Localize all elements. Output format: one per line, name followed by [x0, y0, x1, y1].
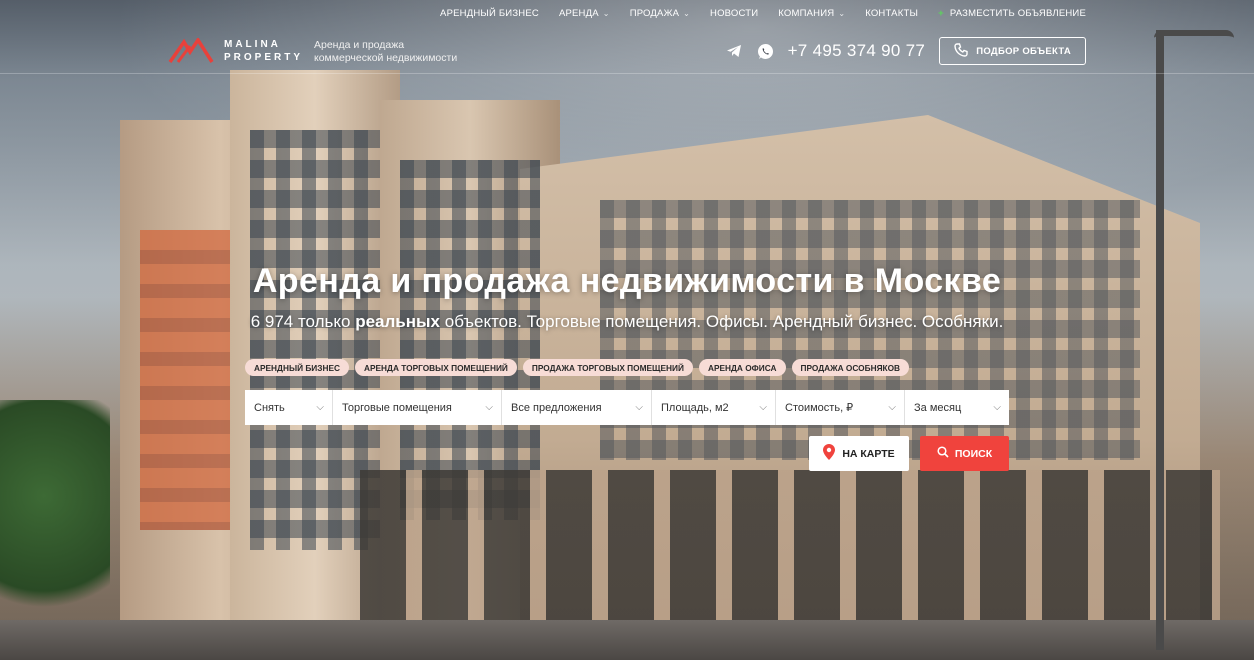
nav-item-rental-business[interactable]: АРЕНДНЫЙ БИЗНЕС: [440, 8, 539, 19]
period-select[interactable]: За месяц ⌵: [905, 390, 1009, 425]
quick-filter-chips: АРЕНДНЫЙ БИЗНЕС АРЕНДА ТОРГОВЫХ ПОМЕЩЕНИ…: [245, 359, 910, 376]
header-contacts: +7 495 374 90 77 ПОДБОР ОБЪЕКТА: [724, 37, 1086, 65]
logo-line1: MALINA: [224, 39, 281, 50]
whatsapp-icon[interactable]: [756, 41, 776, 61]
header-divider: [0, 73, 1254, 74]
chevron-down-icon: ⌵: [485, 402, 493, 413]
chevron-down-icon: ⌵: [635, 402, 643, 413]
hero-subtitle: 6 974 только реальных объектов. Торговые…: [250, 312, 1004, 331]
chevron-down-icon: ⌄: [838, 9, 846, 18]
post-ad-link[interactable]: + РАЗМЕСТИТЬ ОБЪЯВЛЕНИЕ: [938, 8, 1086, 19]
pick-object-button[interactable]: ПОДБОР ОБЪЕКТА: [939, 37, 1086, 65]
phone-icon: [954, 42, 968, 60]
logo-mark-icon: [168, 36, 214, 64]
nav-item-rent[interactable]: АРЕНДА ⌄: [559, 8, 610, 19]
chip-sale-mansion[interactable]: ПРОДАЖА ОСОБНЯКОВ: [791, 359, 910, 376]
chevron-down-icon: ⌄: [602, 9, 610, 18]
chevron-down-icon: ⌵: [888, 402, 896, 413]
search-filters: Снять ⌵ Торговые помещения ⌵ Все предложен…: [245, 390, 1009, 425]
nav-item-news[interactable]: НОВОСТИ: [710, 8, 758, 19]
chevron-down-icon: ⌄: [683, 9, 691, 18]
tagline: Аренда и продажа коммерческой недвижимос…: [314, 39, 458, 64]
logo[interactable]: MALINA PROPERTY: [168, 36, 304, 64]
search-icon: [937, 446, 949, 461]
offers-select[interactable]: Все предложения ⌵: [502, 390, 652, 425]
phone-number[interactable]: +7 495 374 90 77: [788, 41, 926, 61]
plus-icon: +: [938, 8, 944, 19]
chip-rental-business[interactable]: АРЕНДНЫЙ БИЗНЕС: [245, 359, 349, 376]
chevron-down-icon: ⌵: [759, 402, 767, 413]
chip-rent-retail[interactable]: АРЕНДА ТОРГОВЫХ ПОМЕЩЕНИЙ: [355, 359, 517, 376]
nav-item-company[interactable]: КОМПАНИЯ ⌄: [778, 8, 845, 19]
price-select[interactable]: Стоимость, ₽ ⌵: [776, 390, 905, 425]
chevron-down-icon: ⌵: [993, 402, 1001, 413]
search-button[interactable]: ПОИСК: [920, 436, 1009, 471]
nav-item-contacts[interactable]: КОНТАКТЫ: [865, 8, 918, 19]
telegram-icon[interactable]: [724, 41, 744, 61]
nav-item-sale[interactable]: ПРОДАЖА ⌄: [630, 8, 690, 19]
logo-line2: PROPERTY: [224, 52, 304, 63]
chip-rent-office[interactable]: АРЕНДА ОФИСА: [698, 359, 786, 376]
map-pin-icon: [823, 444, 836, 463]
map-button[interactable]: НА КАРТЕ: [809, 436, 909, 471]
deal-type-select[interactable]: Снять ⌵: [245, 390, 333, 425]
top-nav: АРЕНДНЫЙ БИЗНЕС АРЕНДА ⌄ ПРОДАЖА ⌄ НОВОСТИ…: [440, 8, 1086, 19]
area-select[interactable]: Площадь, м2 ⌵: [652, 390, 776, 425]
page-title: Аренда и продажа недвижимости в Москве: [252, 262, 1002, 300]
property-type-select[interactable]: Торговые помещения ⌵: [333, 390, 502, 425]
chip-sale-retail[interactable]: ПРОДАЖА ТОРГОВЫХ ПОМЕЩЕНИЙ: [522, 359, 693, 376]
chevron-down-icon: ⌵: [316, 402, 324, 413]
